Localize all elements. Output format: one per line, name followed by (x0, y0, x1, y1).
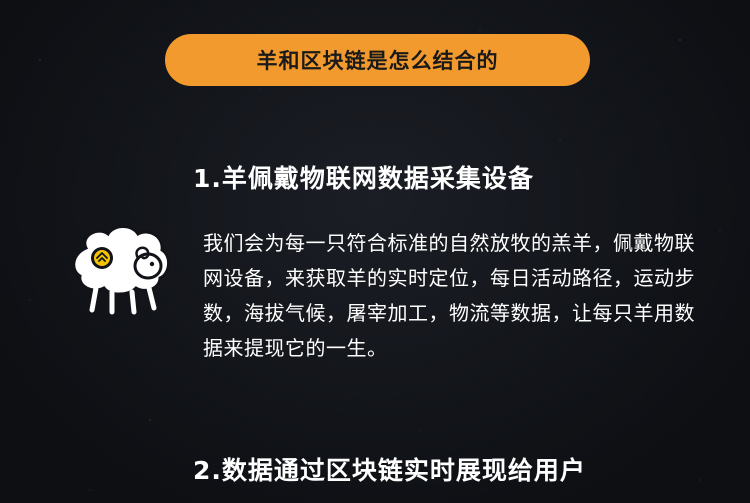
section-body-1: 我们会为每一只符合标准的自然放牧的羔羊，佩戴物联网设备，来获取羊的实时定位，每日… (203, 231, 695, 360)
sheep-icon (66, 218, 178, 318)
section-heading-1: 1.羊佩戴物联网数据采集设备 (193, 164, 534, 193)
section-heading-2: 2.数据通过区块链实时展现给用户 (193, 456, 586, 485)
page-title: 羊和区块链是怎么结合的 (256, 49, 499, 73)
title-banner: 羊和区块链是怎么结合的 (165, 34, 590, 86)
